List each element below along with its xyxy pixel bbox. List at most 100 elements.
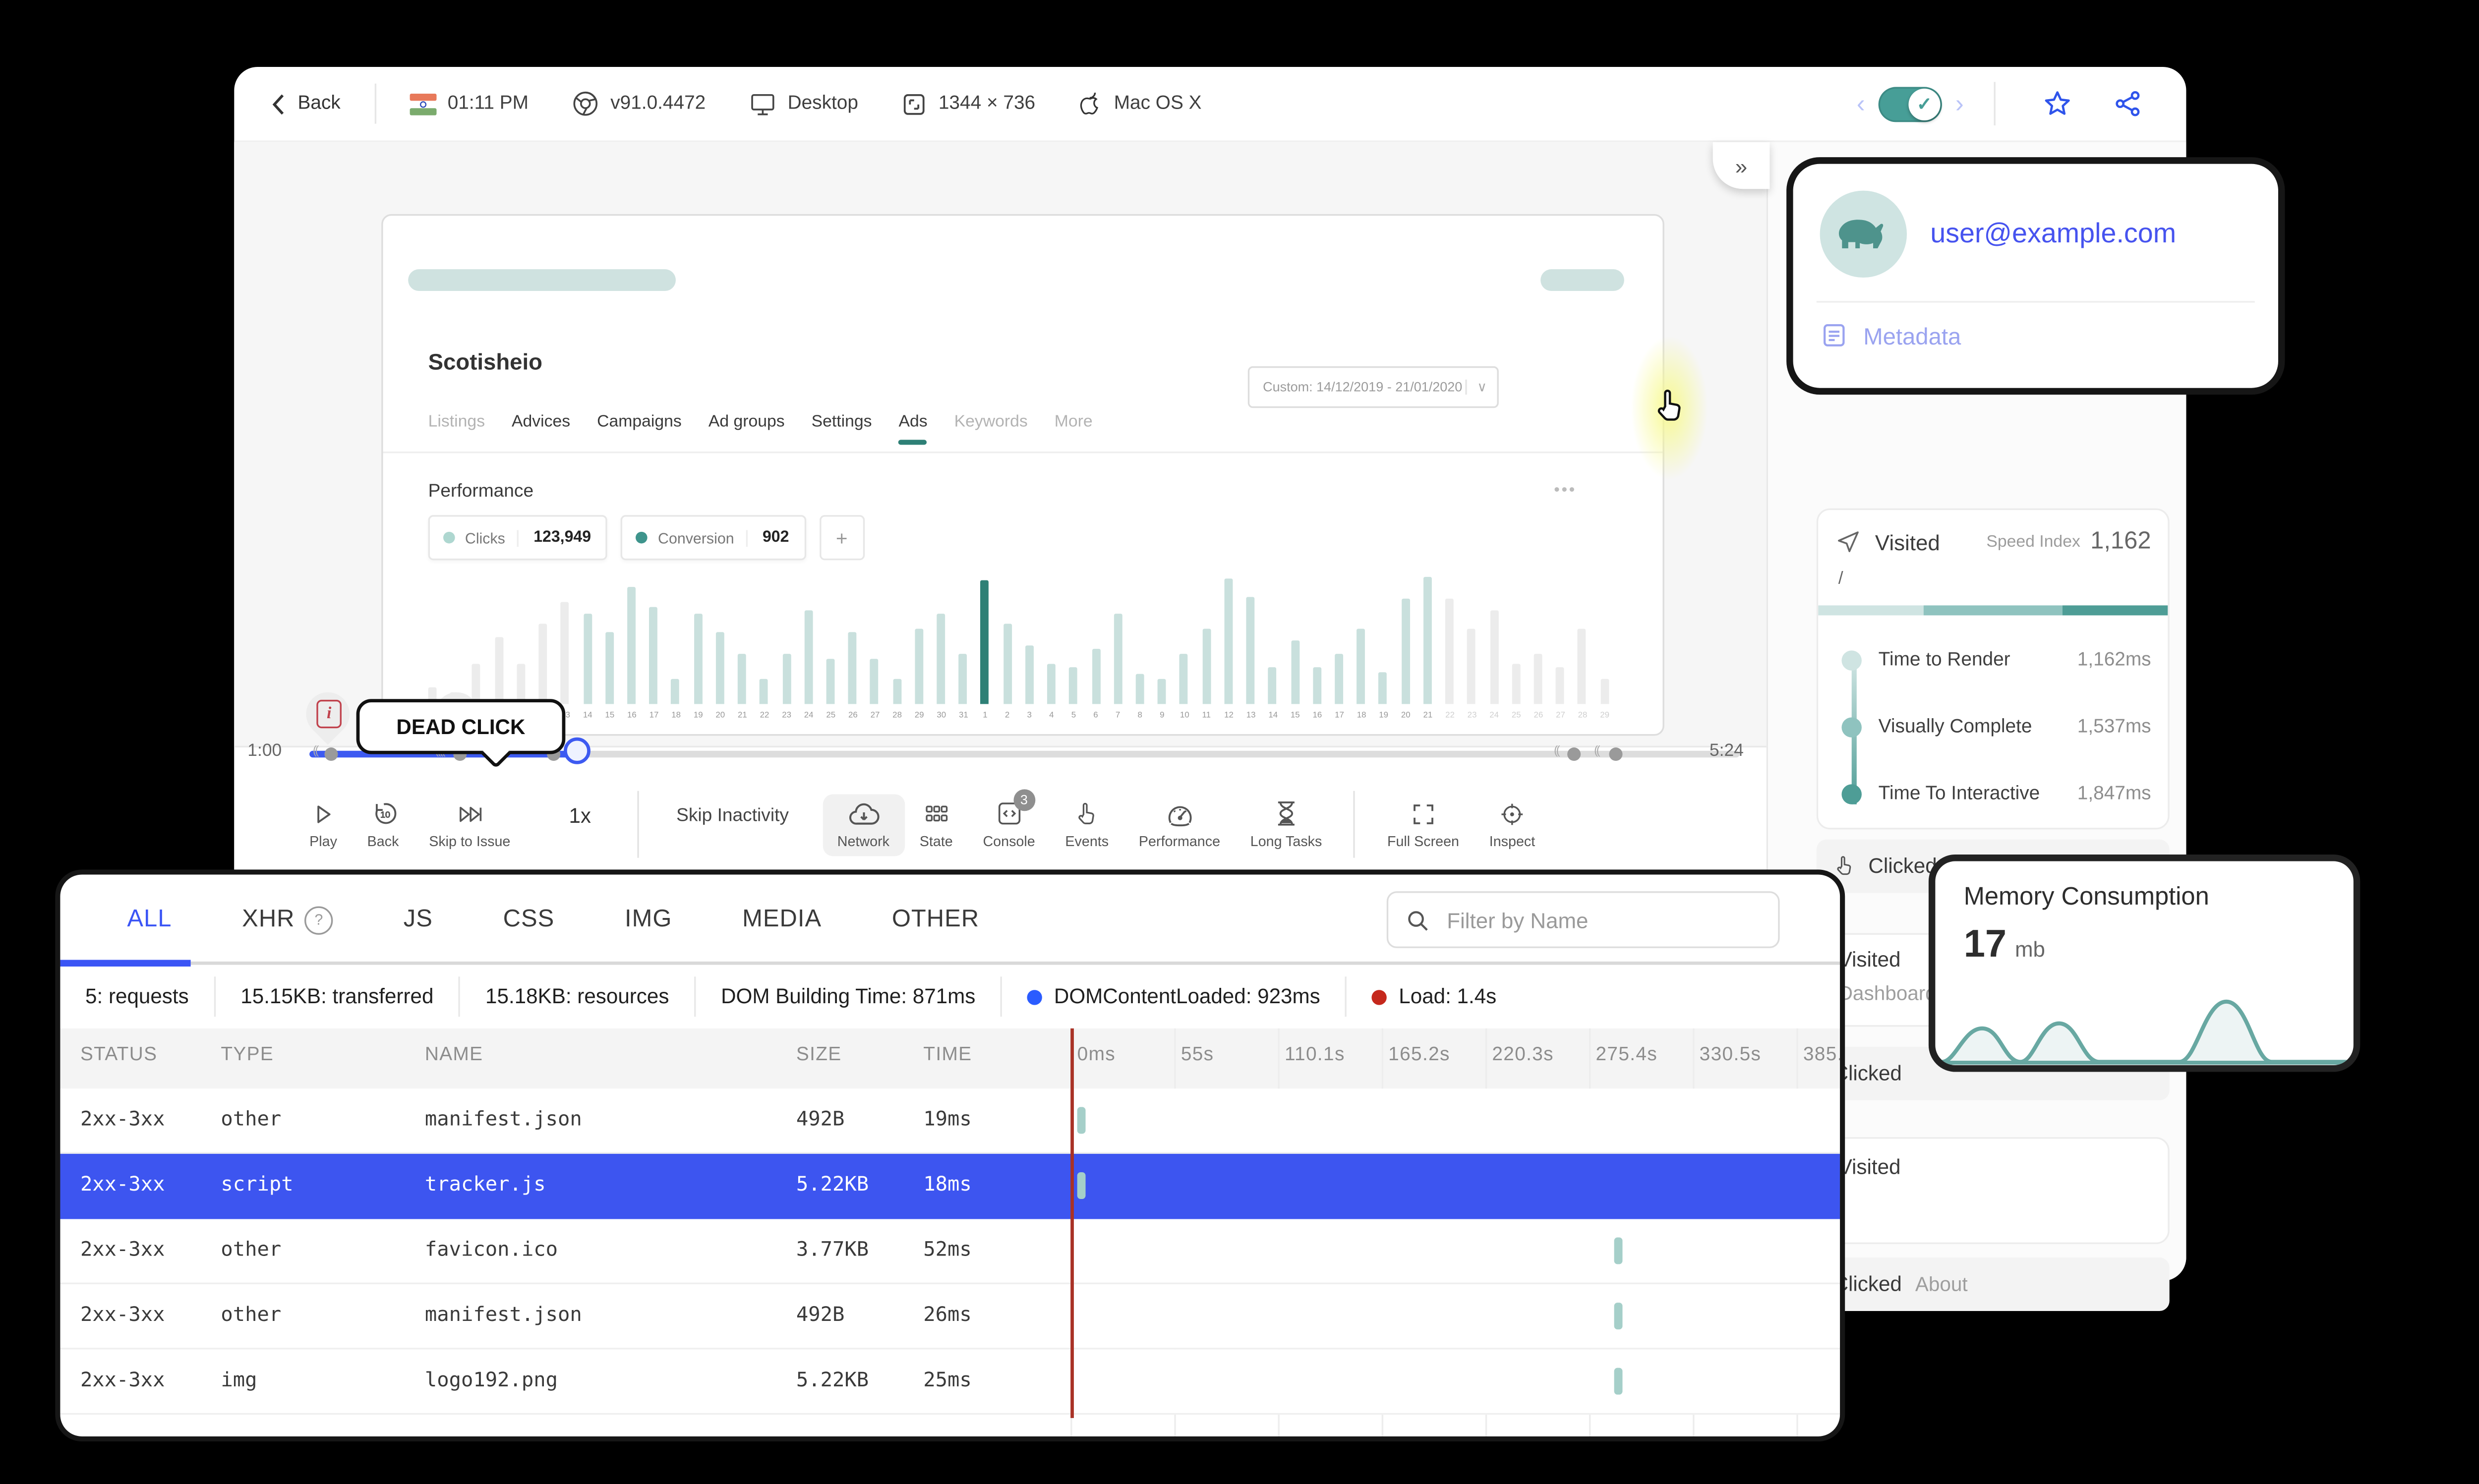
cell-status: 2xx-3xx <box>80 1303 165 1326</box>
console-panel-button[interactable]: 3 Console <box>968 789 1050 856</box>
site-title: Scotisheio <box>428 349 542 375</box>
chart-bar <box>1511 664 1520 704</box>
chart-bar <box>1268 666 1277 704</box>
x-tick-label: 24 <box>804 710 814 721</box>
chevron-left-icon <box>271 93 286 114</box>
request-timing-bar <box>1076 1107 1085 1134</box>
chart-bar <box>1578 629 1587 704</box>
user-email[interactable]: user@example.com <box>1930 218 2176 250</box>
x-tick-label: 14 <box>1268 710 1278 721</box>
metric-dot-icon <box>1841 650 1862 671</box>
chart-bar <box>937 613 945 704</box>
chart-bar <box>848 631 857 704</box>
request-row-logo192.png[interactable]: 2xx-3xx img logo192.png 5.22KB 25ms <box>60 1349 1840 1415</box>
play-button[interactable]: Play <box>295 794 353 856</box>
date-range-select[interactable]: Custom: 14/12/2019 - 21/01/2020 ∨ <box>1247 366 1499 408</box>
event-dot[interactable] <box>324 747 338 761</box>
chart-bar <box>1445 598 1454 704</box>
memory-consumption-card: Memory Consumption 17 mb <box>1928 854 2361 1072</box>
playhead-handle[interactable] <box>563 737 590 764</box>
next-session-button[interactable]: › <box>1942 89 1977 117</box>
request-row-tracker.js[interactable]: 2xx-3xx script tracker.js 5.22KB 18ms <box>60 1153 1840 1219</box>
chart-bar <box>1335 654 1343 704</box>
back-10s-button[interactable]: 10 Back <box>352 793 414 856</box>
metric-row-time-to-interactive: Time To Interactive 1,847ms <box>1841 784 2151 804</box>
x-tick-label: 9 <box>1160 710 1165 721</box>
network-tab-img[interactable]: IMG <box>625 907 672 933</box>
site-tab-more[interactable]: More <box>1055 413 1093 443</box>
state-panel-button[interactable]: State <box>904 794 968 856</box>
request-row-favicon.ico[interactable]: 2xx-3xx other favicon.ico 3.77KB 52ms <box>60 1219 1840 1285</box>
autoplay-toggle[interactable]: ✓ <box>1878 86 1942 121</box>
network-tab-other[interactable]: OTHER <box>892 907 979 933</box>
x-tick-label: 30 <box>937 710 946 721</box>
event-dot[interactable] <box>1609 747 1623 761</box>
x-tick-label: 16 <box>1312 710 1322 721</box>
network-tab-xhr[interactable]: XHR? <box>242 905 334 934</box>
request-row-manifest.json[interactable]: 2xx-3xx other manifest.json 492B 19ms <box>60 1088 1840 1154</box>
col-status: STATUS <box>80 1045 158 1066</box>
collapse-panel-button[interactable]: » <box>1712 142 1770 189</box>
controls-divider <box>638 791 640 858</box>
skip-inactivity-toggle[interactable]: Skip Inactivity <box>676 806 789 826</box>
site-tab-listings[interactable]: Listings <box>428 413 485 443</box>
event-item-visited[interactable]: Visited <box>1816 1137 2170 1245</box>
request-row-manifest.json[interactable]: 2xx-3xx other manifest.json 492B 26ms <box>60 1284 1840 1350</box>
console-badge: 3 <box>1013 789 1035 811</box>
more-menu-icon[interactable]: ••• <box>1554 482 1577 500</box>
help-icon[interactable]: ? <box>304 905 334 934</box>
cell-size: 5.22KB <box>796 1172 869 1196</box>
x-tick-label: 26 <box>848 710 858 721</box>
x-tick-label: 7 <box>1115 710 1121 721</box>
metric-chip-conversion[interactable]: Conversion 902 <box>621 515 806 561</box>
x-tick-label: 29 <box>914 710 924 721</box>
back-button[interactable]: Back <box>271 93 341 114</box>
x-tick-label: 22 <box>760 710 769 721</box>
x-tick-label: 25 <box>826 710 836 721</box>
playback-speed-button[interactable]: 1x <box>569 804 591 828</box>
site-tab-advices[interactable]: Advices <box>512 413 570 443</box>
site-tab-ad-groups[interactable]: Ad groups <box>708 413 785 443</box>
x-tick-label: 19 <box>1379 710 1389 721</box>
network-tab-all[interactable]: ALL <box>127 907 172 933</box>
metric-chip-clicks[interactable]: Clicks 123,949 <box>428 515 608 561</box>
visited-event-card[interactable]: Visited Speed Index 1,162 / Time to Rend… <box>1816 508 2170 830</box>
chart-bar <box>1600 679 1609 704</box>
full-screen-button[interactable]: Full Screen <box>1372 794 1475 856</box>
os-name: Mac OS X <box>1079 90 1202 117</box>
x-tick-label: 1 <box>983 710 988 721</box>
memory-value: 17 <box>1963 921 2007 965</box>
event-dot[interactable] <box>1567 747 1581 761</box>
favorite-star-button[interactable] <box>2022 89 2093 119</box>
dead-click-highlight <box>1631 336 1708 480</box>
x-tick-label: 13 <box>1246 710 1256 721</box>
event-item-clicked-about[interactable]: Clicked About <box>1816 1257 2170 1311</box>
chart-bar <box>649 606 658 704</box>
replay-viewport: » Scotisheio Custom: 14/12/2019 - 21/01/… <box>234 142 1770 748</box>
site-tab-ads[interactable]: Ads <box>898 413 928 445</box>
inspect-button[interactable]: Inspect <box>1474 794 1550 856</box>
chart-bar <box>1069 666 1078 704</box>
filter-input[interactable] <box>1443 905 1778 934</box>
skip-to-issue-button[interactable]: Skip to Issue <box>414 794 526 856</box>
site-tab-settings[interactable]: Settings <box>812 413 872 443</box>
x-tick-label: 12 <box>1224 710 1234 721</box>
site-tab-campaigns[interactable]: Campaigns <box>597 413 682 443</box>
network-tab-css[interactable]: CSS <box>503 907 555 933</box>
network-panel-button[interactable]: Network <box>822 793 905 856</box>
events-panel-button[interactable]: Events <box>1050 794 1123 856</box>
chart-bar <box>1357 629 1365 704</box>
x-tick-label: 11 <box>1202 710 1211 721</box>
performance-panel-button[interactable]: Performance <box>1123 794 1235 856</box>
filter-box <box>1386 891 1780 948</box>
share-button[interactable] <box>2092 89 2163 119</box>
chart-bar <box>870 658 879 704</box>
previous-session-button[interactable]: ‹ <box>1843 89 1879 117</box>
cell-type: other <box>221 1303 282 1326</box>
long-tasks-panel-button[interactable]: Long Tasks <box>1235 793 1337 856</box>
metadata-link[interactable]: Metadata <box>1793 303 2278 349</box>
site-tab-keywords[interactable]: Keywords <box>954 413 1028 443</box>
network-tab-js[interactable]: JS <box>404 907 433 933</box>
add-metric-button[interactable]: + <box>819 515 865 561</box>
network-tab-media[interactable]: MEDIA <box>742 907 822 933</box>
